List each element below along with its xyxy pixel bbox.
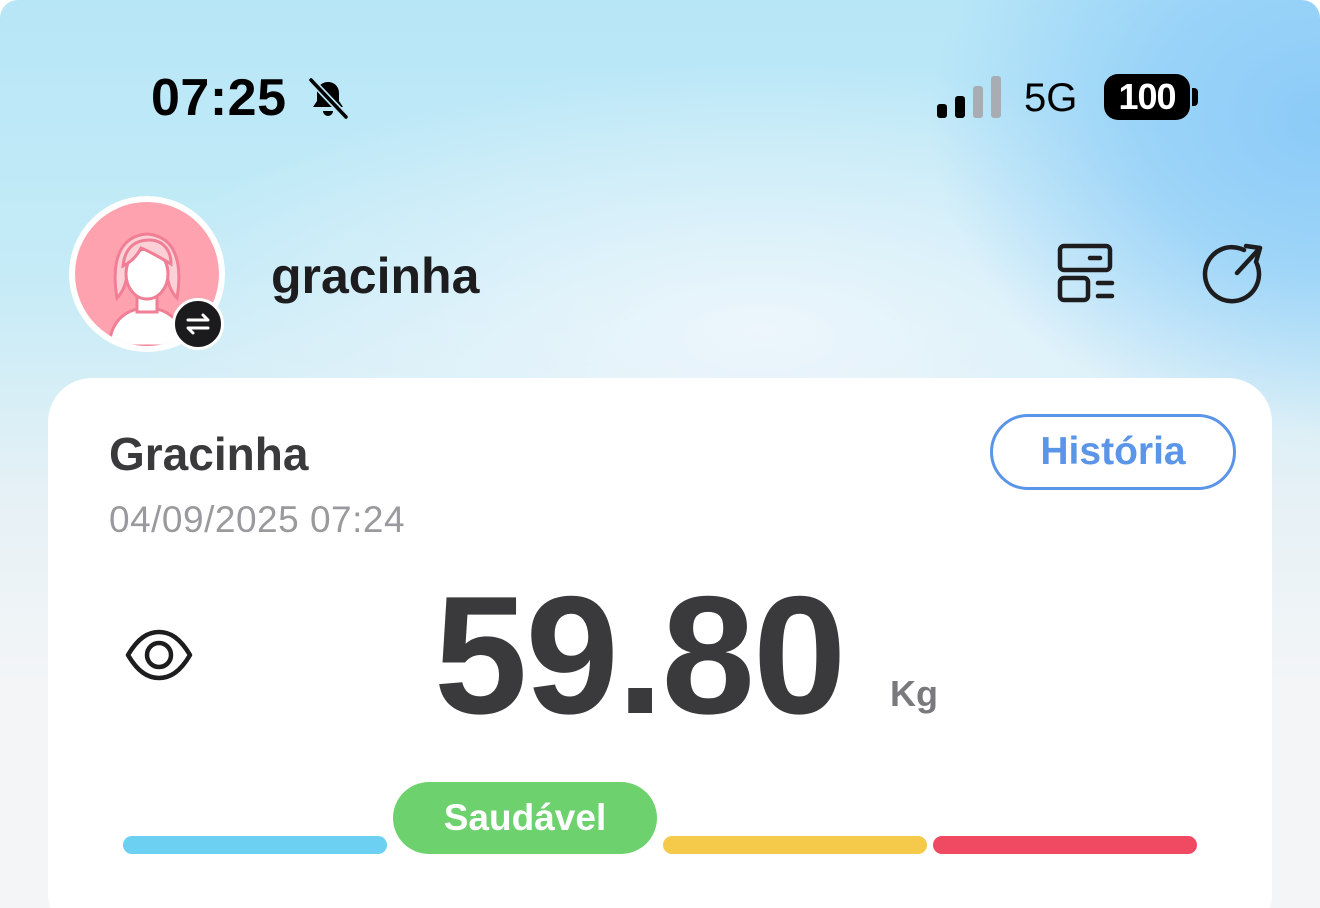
refresh-icon[interactable]	[1202, 242, 1268, 308]
measurement-datetime: 04/09/2025 07:24	[109, 499, 406, 540]
measurement-card: Gracinha 04/09/2025 07:24 História 59.80…	[48, 378, 1272, 908]
battery-tip	[1192, 88, 1198, 106]
username: gracinha	[271, 248, 480, 304]
battery-indicator: 100	[1104, 74, 1190, 120]
app-screen: 07:25 5G 100 gracinha Gracinha 04/09/202…	[0, 0, 1320, 908]
swap-arrows-icon[interactable]	[172, 298, 224, 350]
weight-unit: Kg	[890, 673, 938, 714]
range-segment-overweight	[663, 836, 927, 854]
bell-slash-icon	[307, 76, 350, 121]
status-time: 07:25	[151, 69, 287, 127]
network-type: 5G	[1024, 76, 1078, 120]
range-segment-underweight	[123, 836, 387, 854]
weight-value: 59.80	[434, 561, 846, 749]
cellular-signal-icon	[937, 76, 1001, 118]
measurement-user-name: Gracinha	[109, 428, 309, 480]
device-manage-icon[interactable]	[1056, 242, 1118, 304]
range-segment-obese	[933, 836, 1197, 854]
eye-icon[interactable]	[124, 626, 194, 684]
status-badge-healthy: Saudável	[393, 782, 657, 854]
history-button[interactable]: História	[990, 414, 1236, 490]
